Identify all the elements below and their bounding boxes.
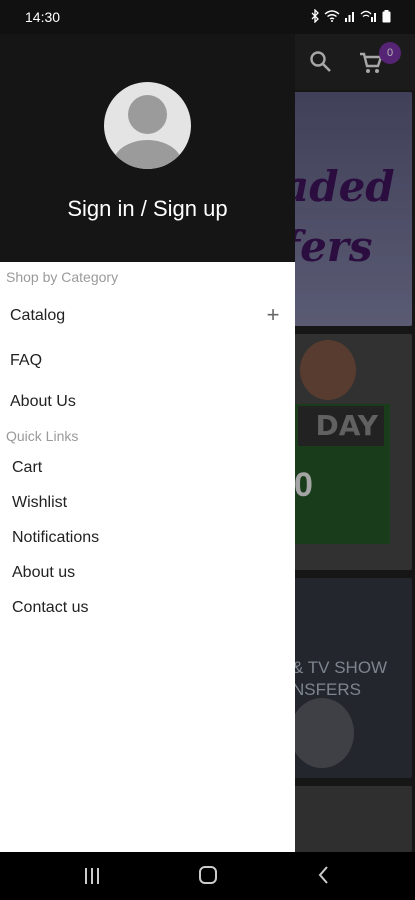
menu-item-label: FAQ [10, 352, 43, 369]
menu-item-label: Catalog [10, 307, 66, 324]
quick-links-title: Quick Links [6, 428, 79, 444]
quick-link-wishlist[interactable]: Wishlist [0, 485, 295, 521]
back-icon [318, 866, 328, 884]
status-bar: 14:30 [0, 0, 415, 34]
bluetooth-icon [310, 8, 320, 26]
menu-item-catalog[interactable]: Catalog + [0, 298, 295, 334]
status-icons [310, 8, 391, 26]
shop-by-category-title: Shop by Category [6, 269, 119, 285]
avatar-icon[interactable] [104, 82, 191, 169]
menu-item-about-us[interactable]: About Us [0, 384, 295, 420]
drawer-header: Sign in / Sign up [0, 34, 295, 262]
signin-signup-link[interactable]: Sign in / Sign up [0, 196, 295, 222]
signal-icon [344, 10, 356, 25]
home-button[interactable] [178, 852, 238, 900]
quick-link-label: Cart [12, 459, 43, 476]
navigation-drawer: Sign in / Sign up Shop by Category Catal… [0, 34, 295, 852]
battery-icon [382, 9, 391, 26]
signal-icon-2 [360, 10, 378, 25]
plus-icon[interactable]: + [263, 298, 283, 334]
quick-link-about-us[interactable]: About us [0, 555, 295, 591]
status-time: 14:30 [25, 9, 61, 25]
recent-apps-button[interactable] [62, 852, 122, 900]
system-nav-bar [0, 852, 415, 900]
quick-link-label: About us [12, 564, 76, 581]
wifi-icon [324, 10, 340, 25]
menu-item-faq[interactable]: FAQ [0, 343, 295, 379]
quick-link-cart[interactable]: Cart [0, 450, 295, 486]
quick-link-label: Contact us [12, 599, 89, 616]
back-button[interactable] [294, 852, 354, 900]
recent-apps-icon [85, 868, 99, 884]
menu-item-label: About Us [10, 393, 76, 410]
quick-link-label: Notifications [12, 529, 100, 546]
home-icon [199, 866, 217, 884]
quick-link-contact-us[interactable]: Contact us [0, 590, 295, 626]
quick-link-label: Wishlist [12, 494, 68, 511]
quick-link-notifications[interactable]: Notifications [0, 520, 295, 556]
